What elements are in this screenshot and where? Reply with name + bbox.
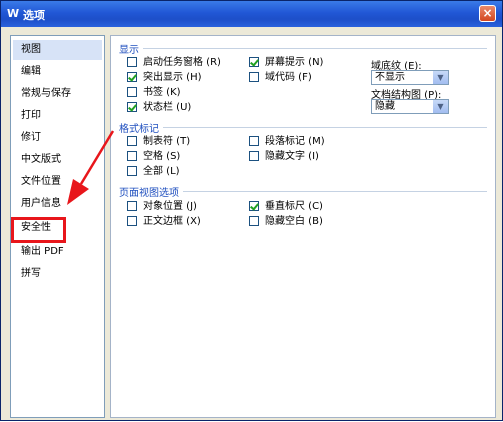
arrow-shaft (79, 130, 115, 185)
options-dialog: W 选项 × 视图 编辑 常规与保存 打印 修订 中文版式 文件位置 用户信息 … (0, 0, 503, 421)
red-arrow (67, 130, 115, 205)
arrow-head (67, 179, 89, 205)
